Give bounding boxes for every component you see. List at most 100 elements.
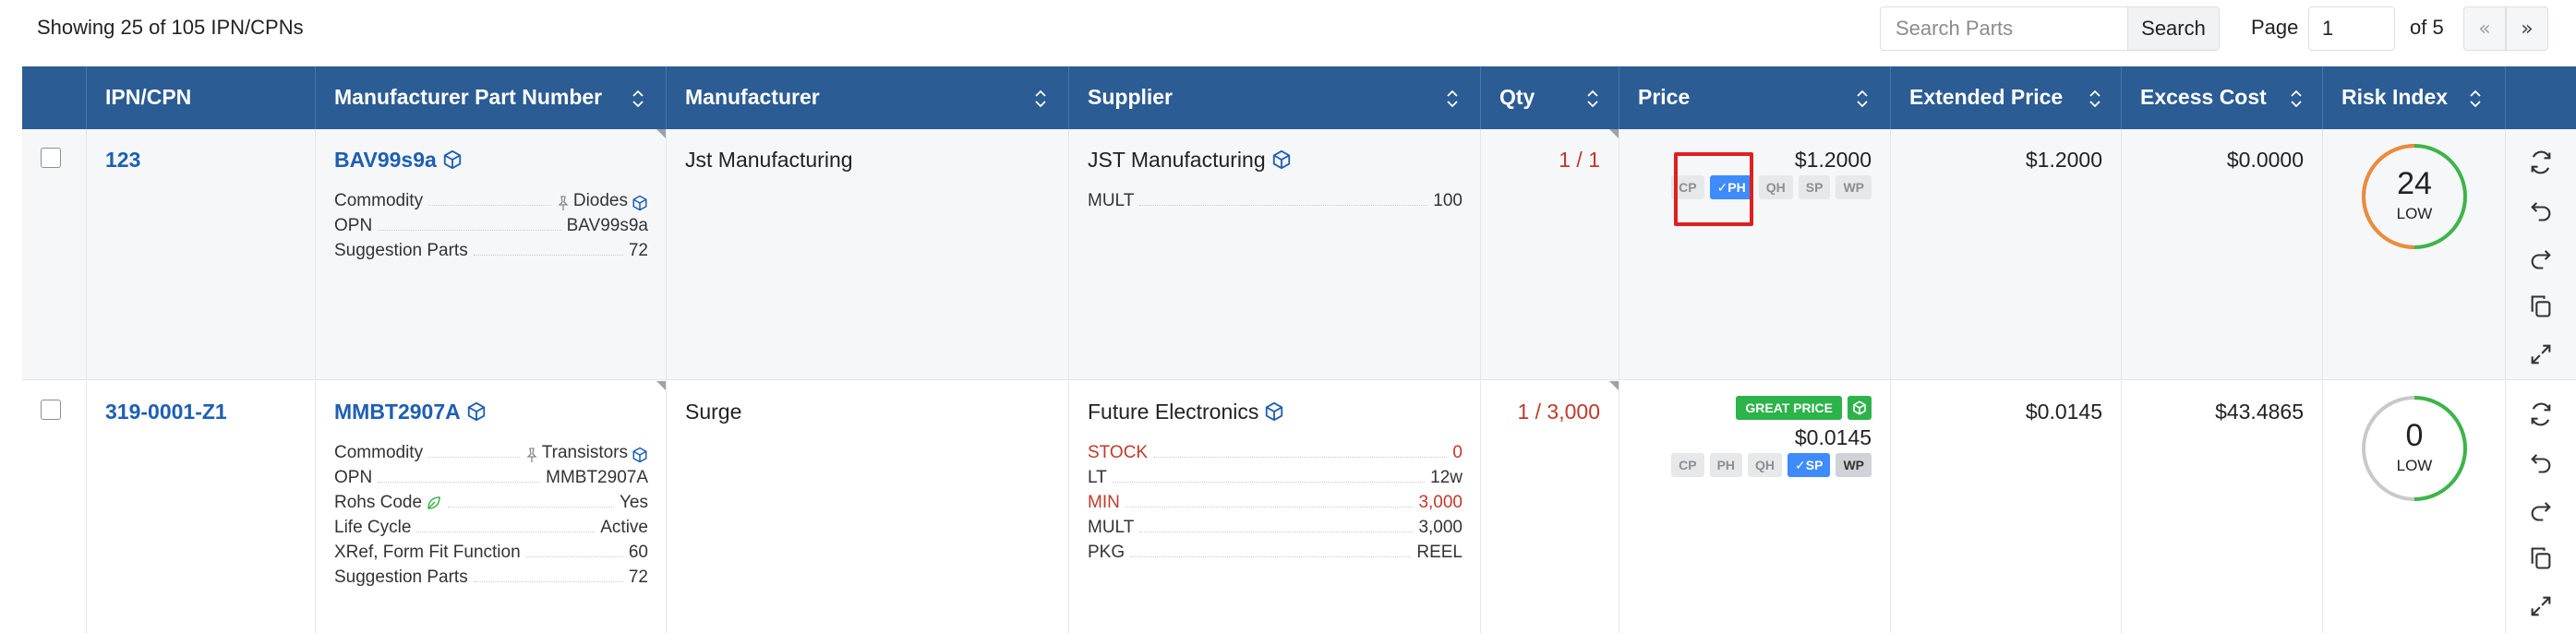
cell-corner-marker (1609, 381, 1619, 390)
tag-wp[interactable]: WP (1836, 453, 1872, 477)
price-source-tags: CP PH QH ✓SP WP (1671, 453, 1872, 477)
price-box-icon[interactable] (1848, 396, 1872, 420)
header-price[interactable]: Price (1619, 66, 1891, 129)
cube-icon[interactable] (632, 195, 648, 211)
sort-icon[interactable] (632, 89, 644, 109)
sort-icon[interactable] (1586, 89, 1599, 109)
header-ipn[interactable]: IPN/CPN (87, 66, 316, 129)
detail-mult: MULT 3,000 (1088, 518, 1463, 537)
great-price-badge: GREAT PRICE (1736, 396, 1842, 420)
cube-icon[interactable] (632, 447, 648, 463)
page-number-input[interactable] (2308, 6, 2395, 51)
mpn-details: Commodity Transistors OPN MMBT2907A Rohs … (334, 438, 648, 588)
tag-ph[interactable]: PH (1709, 453, 1743, 477)
supplier-cell: Future Electronics STOCK 0 LT 12w MIN 3,000… (1069, 381, 1481, 633)
refresh-icon[interactable] (2528, 149, 2554, 175)
next-page-button[interactable]: » (2506, 6, 2548, 51)
header-qty[interactable]: Qty (1481, 66, 1619, 129)
header-label: Qty (1499, 85, 1535, 109)
copy-icon[interactable] (2528, 293, 2554, 319)
previous-page-button[interactable]: « (2463, 6, 2506, 51)
copy-icon[interactable] (2528, 545, 2554, 571)
header-excess-cost[interactable]: Excess Cost (2122, 66, 2323, 129)
pin-icon (558, 196, 569, 210)
row-checkbox[interactable] (41, 148, 61, 168)
ipn-link[interactable]: 123 (105, 148, 140, 173)
header-label: Excess Cost (2140, 85, 2267, 109)
mpn-link[interactable]: MMBT2907A (334, 400, 487, 424)
tag-cp[interactable]: CP (1671, 453, 1704, 477)
header-extended-price[interactable]: Extended Price (1891, 66, 2122, 129)
cell-corner-marker (656, 381, 666, 390)
tag-qh[interactable]: QH (1758, 175, 1793, 199)
detail-xref: XRef, Form Fit Function 60 (334, 543, 648, 562)
sort-icon[interactable] (2290, 89, 2303, 109)
excess-cost-value: $0.0000 (2226, 148, 2304, 172)
cube-icon[interactable] (1271, 149, 1292, 170)
tag-qh[interactable]: QH (1748, 453, 1783, 477)
redo-icon[interactable] (2528, 497, 2554, 523)
risk-gauge: 0 LOW (2360, 394, 2469, 503)
expand-icon[interactable] (2528, 593, 2554, 619)
risk-label: LOW (2396, 205, 2433, 222)
search-input[interactable] (1880, 6, 2127, 51)
qty-cell: 1 / 1 (1481, 129, 1619, 379)
header-risk-index[interactable]: Risk Index (2323, 66, 2506, 129)
actions-cell (2506, 381, 2576, 633)
header-label: Extended Price (1909, 85, 2064, 109)
table-toolbar: Showing 25 of 105 IPN/CPNs Search Page o… (0, 0, 2576, 59)
header-supplier[interactable]: Supplier (1069, 66, 1481, 129)
search-button[interactable]: Search (2127, 6, 2220, 51)
search-group: Search (1880, 6, 2220, 51)
mpn-cell: MMBT2907A Commodity Transistors OPN MMBT2… (316, 381, 667, 633)
manufacturer-cell: Surge (667, 381, 1069, 633)
refresh-icon[interactable] (2528, 401, 2554, 427)
cube-icon[interactable] (1264, 401, 1284, 422)
detail-pkg: PKG REEL (1088, 543, 1463, 562)
cell-corner-marker (1609, 129, 1619, 138)
undo-icon[interactable] (2528, 449, 2554, 475)
supplier-details: MULT 100 (1088, 186, 1463, 211)
supplier-cell: JST Manufacturing MULT 100 (1069, 129, 1481, 379)
cube-icon[interactable] (442, 149, 463, 170)
excess-cost-value: $43.4865 (2215, 400, 2304, 424)
manufacturer-cell: Jst Manufacturing (667, 129, 1069, 379)
expand-icon[interactable] (2528, 341, 2554, 367)
cube-icon[interactable] (466, 401, 487, 422)
extended-price-cell: $1.2000 (1891, 129, 2122, 379)
detail-suggestion-parts: Suggestion Parts 72 (334, 241, 648, 260)
excess-cost-cell: $0.0000 (2122, 129, 2323, 379)
tag-wp[interactable]: WP (1836, 175, 1872, 199)
detail-mult: MULT 100 (1088, 191, 1463, 210)
sort-icon[interactable] (2088, 89, 2101, 109)
page-count: of 5 (2410, 16, 2444, 39)
ipn-link[interactable]: 319-0001-Z1 (105, 400, 227, 424)
price-cell: $1.2000 CP ✓PH QH SP WP (1619, 129, 1891, 379)
header-manufacturer[interactable]: Manufacturer (667, 66, 1069, 129)
tag-sp[interactable]: ✓SP (1788, 453, 1831, 477)
select-cell (22, 129, 87, 379)
price-value: $0.0145 (1794, 425, 1872, 449)
sort-icon[interactable] (1446, 89, 1459, 109)
manufacturer-name: Jst Manufacturing (685, 148, 853, 172)
risk-label: LOW (2396, 457, 2433, 474)
header-label: Manufacturer Part Number (334, 85, 603, 109)
risk-cell: 0 LOW (2323, 381, 2506, 633)
undo-icon[interactable] (2528, 197, 2554, 223)
tag-sp[interactable]: SP (1798, 175, 1831, 199)
redo-icon[interactable] (2528, 245, 2554, 271)
table-row: 319-0001-Z1 MMBT2907A Commodity Transist… (22, 381, 2576, 633)
row-checkbox[interactable] (41, 400, 61, 420)
detail-opn: OPN BAV99s9a (334, 216, 648, 235)
results-count: Showing 25 of 105 IPN/CPNs (37, 16, 304, 39)
sort-icon[interactable] (1856, 89, 1869, 109)
sort-icon[interactable] (1034, 89, 1047, 109)
mpn-link[interactable]: BAV99s9a (334, 148, 463, 173)
sort-icon[interactable] (2469, 89, 2482, 109)
detail-commodity: Commodity Diodes (334, 186, 648, 211)
cell-corner-marker (656, 129, 666, 138)
header-select (22, 66, 87, 129)
mpn-text: MMBT2907A (334, 400, 461, 424)
header-mpn[interactable]: Manufacturer Part Number (316, 66, 667, 129)
supplier-name: JST Manufacturing (1088, 148, 1292, 173)
